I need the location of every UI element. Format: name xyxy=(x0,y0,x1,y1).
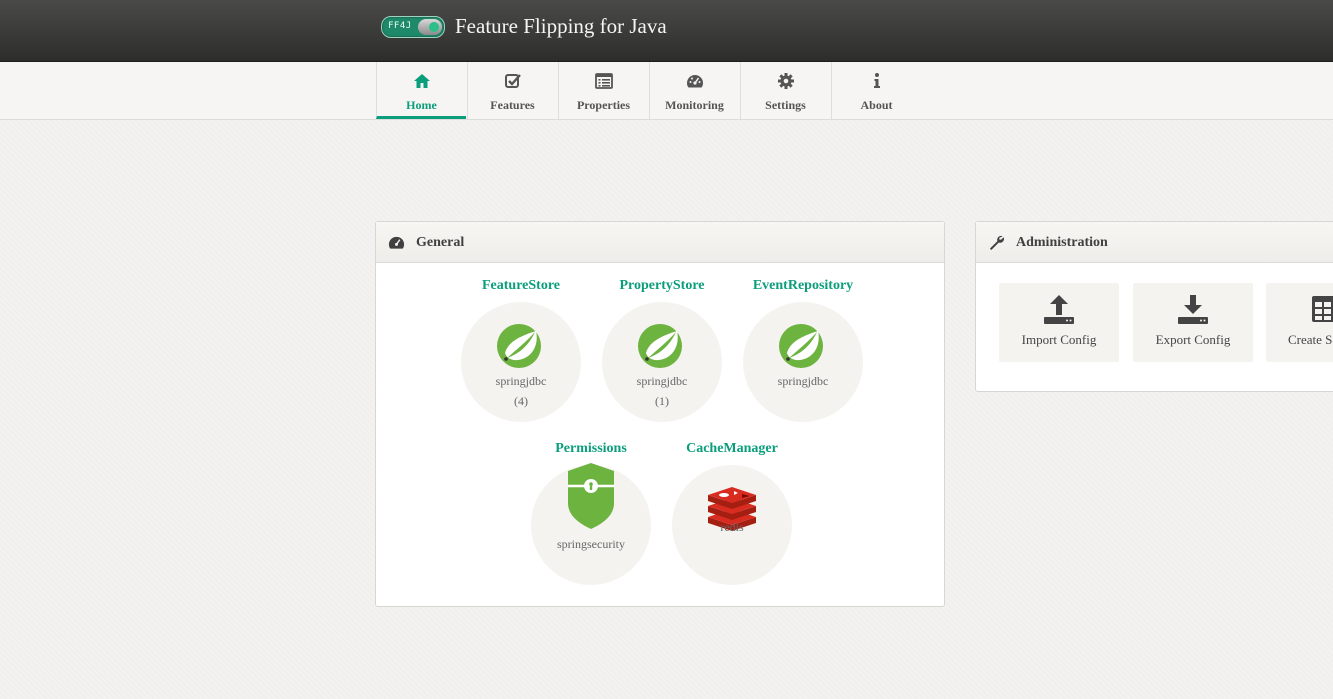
upload-icon xyxy=(1044,295,1074,324)
toggle-knob-icon xyxy=(418,19,442,35)
gear-icon xyxy=(778,73,794,89)
store-circle[interactable]: springsecurity xyxy=(531,463,651,585)
store-propertystore[interactable]: PropertyStore springjdbc (1) xyxy=(587,278,737,422)
tab-properties[interactable]: Properties xyxy=(558,62,648,119)
info-icon xyxy=(874,73,880,88)
store-permissions[interactable]: Permissions springsecurity xyxy=(516,441,666,585)
wrench-icon xyxy=(989,235,1004,251)
tab-features[interactable]: Features xyxy=(467,62,557,119)
check-square-icon xyxy=(505,74,521,88)
shield-icon xyxy=(568,463,614,529)
list-icon xyxy=(595,73,613,89)
spring-leaf-icon xyxy=(497,324,541,368)
store-circle[interactable]: springjdbc (4) xyxy=(461,302,581,422)
tab-label: Settings xyxy=(765,98,806,112)
top-bar: FF4J Feature Flipping for Java xyxy=(0,0,1333,62)
tab-label: Features xyxy=(490,98,535,112)
store-circle[interactable]: springjdbc xyxy=(743,302,863,422)
store-name: PropertyStore xyxy=(619,278,705,293)
app-title: Feature Flipping for Java xyxy=(455,14,667,38)
spring-leaf-icon xyxy=(638,324,682,368)
dashboard-icon xyxy=(388,236,405,249)
tab-about[interactable]: About xyxy=(831,62,921,119)
button-label: Import Config xyxy=(1021,332,1097,347)
dashboard-icon xyxy=(687,75,703,88)
tab-settings[interactable]: Settings xyxy=(740,62,830,119)
general-panel: General FeatureStore springjdbc (4) Prop… xyxy=(375,221,945,607)
store-circle[interactable]: redis xyxy=(672,465,792,585)
tab-monitoring[interactable]: Monitoring xyxy=(649,62,739,119)
export-config-button[interactable]: Export Config xyxy=(1133,283,1253,362)
general-panel-header: General xyxy=(376,222,944,263)
store-cachemanager[interactable]: CacheManager redis xyxy=(657,441,807,585)
import-config-button[interactable]: Import Config xyxy=(999,283,1119,362)
store-impl: redis xyxy=(720,520,744,534)
store-name: CacheManager xyxy=(686,441,778,456)
store-name: Permissions xyxy=(555,441,627,456)
store-featurestore[interactable]: FeatureStore springjdbc (4) xyxy=(446,278,596,422)
store-count: (1) xyxy=(655,394,669,408)
spring-leaf-icon xyxy=(779,324,823,368)
download-icon xyxy=(1178,295,1208,324)
store-eventrepository[interactable]: EventRepository springjdbc xyxy=(728,278,878,422)
panel-title: Administration xyxy=(1016,235,1108,250)
store-circle[interactable]: springjdbc (1) xyxy=(602,302,722,422)
home-icon xyxy=(414,74,430,88)
store-count: (4) xyxy=(514,394,528,408)
administration-panel-header: Administration xyxy=(976,222,1333,263)
create-schema-button[interactable]: Create S xyxy=(1266,283,1333,362)
button-label: Export Config xyxy=(1155,332,1231,347)
tab-label: Properties xyxy=(576,98,631,112)
tab-label: Home xyxy=(406,98,437,112)
button-label: Create S xyxy=(1288,332,1333,347)
table-icon xyxy=(1312,296,1333,322)
store-name: EventRepository xyxy=(752,278,854,293)
store-impl: springjdbc xyxy=(495,374,547,388)
tab-label: About xyxy=(860,98,893,112)
tab-home[interactable]: Home xyxy=(376,62,466,119)
store-name: FeatureStore xyxy=(481,278,560,293)
store-impl: springjdbc xyxy=(636,374,688,388)
store-impl: springjdbc xyxy=(777,374,829,388)
main-nav: Home Features Properties Monitoring Sett… xyxy=(0,62,1333,120)
store-impl: springsecurity xyxy=(557,537,625,551)
panel-title: General xyxy=(416,235,465,250)
tab-label: Monitoring xyxy=(665,98,724,112)
ff4j-logo[interactable]: FF4J xyxy=(381,16,445,38)
logo-text: FF4J xyxy=(388,21,412,31)
